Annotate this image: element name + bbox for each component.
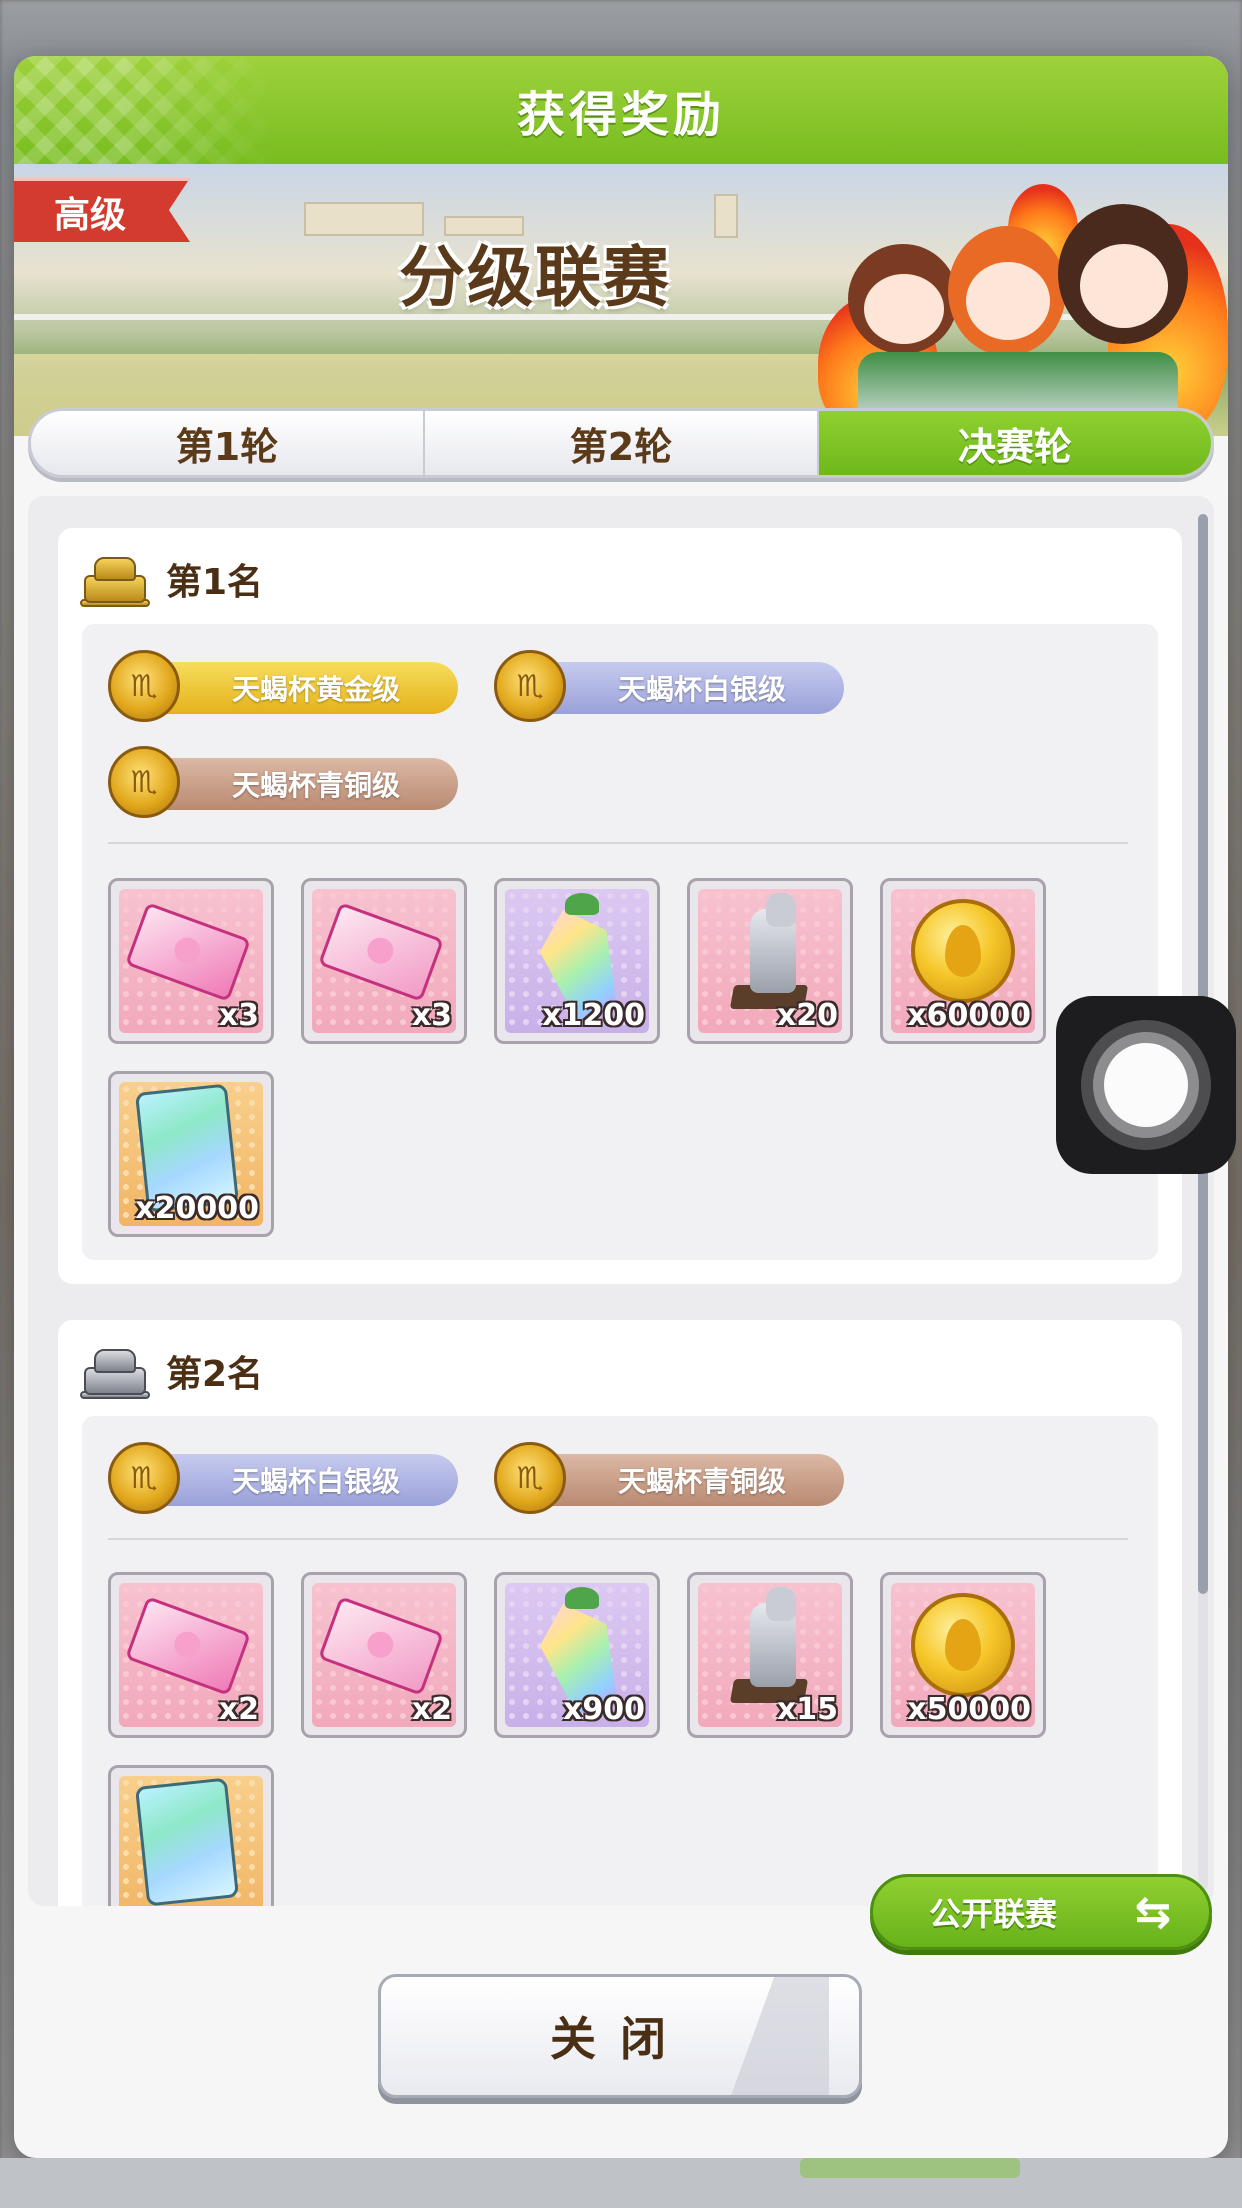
badge-gold[interactable]: 天蝎杯黄金级 ♏ (108, 650, 458, 722)
dialog-header: 获得奖励 (14, 56, 1228, 164)
rank-rewards-panel: 天蝎杯黄金级 ♏ 天蝎杯白银级 ♏ 天蝎杯青铜级 ♏ x3 x3 x1200 x… (82, 624, 1158, 1260)
reward-item[interactable]: x2 (301, 1572, 467, 1738)
character-face (966, 262, 1050, 340)
close-button[interactable]: 关闭 (378, 1974, 862, 2098)
tower-image (714, 194, 738, 238)
item-quantity: x2 (218, 1692, 259, 1727)
item-quantity: x20000 (135, 1191, 259, 1226)
rank-label: 第1名 (166, 562, 264, 603)
grade-tag: 高级 (14, 178, 190, 242)
assistive-touch-icon (1104, 1043, 1188, 1127)
item-quantity: x50000 (907, 1692, 1031, 1727)
background-button (800, 2158, 1020, 2178)
item-quantity: x900 (563, 1692, 645, 1727)
badge-label: 天蝎杯青铜级 (138, 758, 458, 810)
reward-dialog: 获得奖励 高级 分级联赛 第1轮 第2轮 决赛轮 第1名 天蝎杯黄金级 ♏ 天蝎… (14, 56, 1228, 2158)
rank-label: 第2名 (166, 1354, 264, 1395)
item-quantity: x3 (218, 998, 259, 1033)
reward-item[interactable]: x3 (108, 878, 274, 1044)
silver-trophy-icon (80, 1341, 150, 1401)
rank-card-2: 第2名 天蝎杯白银级 ♏ 天蝎杯青铜级 ♏ x2 x2 x900 x15 x50… (58, 1320, 1182, 1906)
reward-item[interactable]: x50000 (880, 1572, 1046, 1738)
badge-label: 天蝎杯青铜级 (524, 1454, 844, 1506)
badge-bronze[interactable]: 天蝎杯青铜级 ♏ (108, 746, 458, 818)
item-quantity: x2 (411, 1692, 452, 1727)
reward-item[interactable]: x60000 (880, 878, 1046, 1044)
rainbow-card-icon (134, 1777, 240, 1906)
public-league-button[interactable]: 公开联赛 ⇆ (870, 1874, 1212, 1950)
item-quantity: x1200 (542, 998, 645, 1033)
rank-rewards-panel: 天蝎杯白银级 ♏ 天蝎杯青铜级 ♏ x2 x2 x900 x15 x50000 (82, 1416, 1158, 1906)
dialog-title: 获得奖励 (516, 87, 725, 143)
pink-ticket-icon (318, 902, 444, 1002)
item-quantity: x60000 (907, 998, 1031, 1033)
pink-ticket-icon (125, 1596, 251, 1696)
gold-trophy-icon (80, 549, 150, 609)
badge-silver[interactable]: 天蝎杯白银级 ♏ (494, 650, 844, 722)
badge-label: 天蝎杯黄金级 (138, 662, 458, 714)
swap-arrows-icon: ⇆ (1134, 1886, 1172, 1938)
rank-card-1: 第1名 天蝎杯黄金级 ♏ 天蝎杯白银级 ♏ 天蝎杯青铜级 ♏ x3 x3 x12… (58, 528, 1182, 1284)
gold-coin-icon (911, 899, 1015, 1003)
close-label: 关闭 (550, 2012, 690, 2066)
round-tabs: 第1轮 第2轮 决赛轮 (28, 408, 1214, 478)
character-face (864, 274, 944, 344)
character-face (1080, 244, 1168, 328)
badge-label: 天蝎杯白银级 (138, 1454, 458, 1506)
reward-item[interactable]: x20 (687, 878, 853, 1044)
reward-item[interactable]: x900 (494, 1572, 660, 1738)
background-strip (0, 2158, 1242, 2208)
reward-item[interactable] (108, 1765, 274, 1906)
public-league-label: 公开联赛 (928, 1895, 1057, 1933)
banner-title: 分级联赛 (399, 239, 671, 316)
item-quantity: x15 (776, 1692, 838, 1727)
scorpion-medal-icon: ♏ (108, 746, 180, 818)
badge-bronze[interactable]: 天蝎杯青铜级 ♏ (494, 1442, 844, 1514)
tab-round-1[interactable]: 第1轮 (31, 411, 425, 475)
badge-silver[interactable]: 天蝎杯白银级 ♏ (108, 1442, 458, 1514)
scorpion-medal-icon: ♏ (108, 650, 180, 722)
scrollbar[interactable] (1198, 514, 1208, 1890)
tab-round-2[interactable]: 第2轮 (425, 411, 819, 475)
mascot-characters-image (808, 164, 1228, 436)
divider (108, 1538, 1128, 1540)
divider (108, 842, 1128, 844)
reward-item[interactable]: x20000 (108, 1071, 274, 1237)
tab-final-round[interactable]: 决赛轮 (819, 411, 1211, 475)
pink-ticket-icon (318, 1596, 444, 1696)
reward-item[interactable]: x3 (301, 878, 467, 1044)
assistive-touch-button[interactable] (1056, 996, 1236, 1174)
rewards-scroll-area[interactable]: 第1名 天蝎杯黄金级 ♏ 天蝎杯白银级 ♏ 天蝎杯青铜级 ♏ x3 x3 x12… (28, 496, 1214, 1906)
rank-heading: 第1名 (80, 544, 263, 614)
reward-item[interactable]: x2 (108, 1572, 274, 1738)
reward-item[interactable]: x1200 (494, 878, 660, 1044)
item-quantity: x20 (776, 998, 838, 1033)
league-banner: 高级 分级联赛 (14, 164, 1228, 436)
badge-label: 天蝎杯白银级 (524, 662, 844, 714)
gold-coin-icon (911, 1593, 1015, 1697)
item-quantity: x3 (411, 998, 452, 1033)
scorpion-medal-icon: ♏ (108, 1442, 180, 1514)
pink-ticket-icon (125, 902, 251, 1002)
reward-item[interactable]: x15 (687, 1572, 853, 1738)
scorpion-medal-icon: ♏ (494, 1442, 566, 1514)
rank-heading: 第2名 (80, 1336, 263, 1406)
scorpion-medal-icon: ♏ (494, 650, 566, 722)
